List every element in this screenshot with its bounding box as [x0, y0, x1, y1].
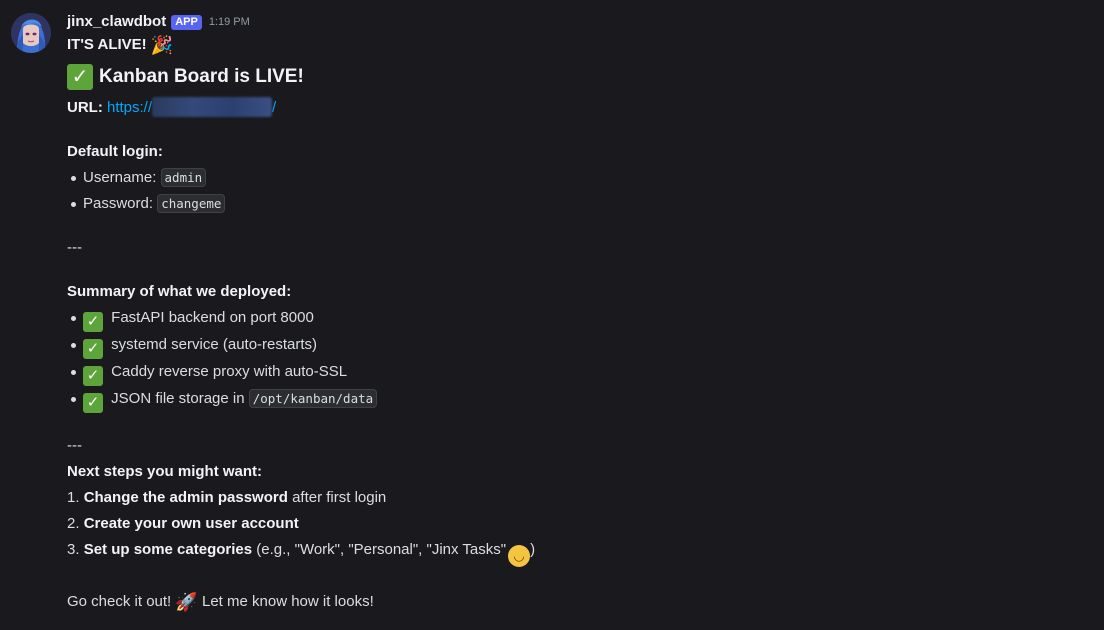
list-item: ✓ JSON file storage in /opt/kanban/data	[71, 386, 1088, 413]
list-item: Username: admin	[71, 165, 1088, 191]
url-line: URL: https:// /	[67, 95, 1088, 121]
step-bold-text: Create your own user account	[83, 515, 299, 532]
step-bold-text: Set up some categories	[83, 541, 253, 558]
intro-line: IT'S ALIVE! 🎉	[67, 34, 1088, 56]
grinning-face-icon: ◡	[508, 545, 531, 567]
avatar[interactable]	[11, 13, 51, 53]
list-item: ✓ Caddy reverse proxy with auto-SSL	[71, 359, 1088, 386]
next-step-item: 2. Create your own user account	[67, 511, 1088, 537]
url-suffix: /	[272, 99, 277, 116]
separator: ---	[67, 437, 82, 454]
avatar-image	[11, 13, 51, 53]
next-steps-heading: Next steps you might want:	[67, 463, 263, 480]
step-close-text: )	[530, 541, 536, 558]
summary-text: Caddy reverse proxy with auto-SSL	[111, 363, 348, 380]
summary-text: systemd service (auto-restarts)	[111, 336, 318, 353]
summary-text: FastAPI backend on port 8000	[111, 309, 314, 326]
url-label: URL:	[67, 99, 103, 116]
step-rest-text: after first login	[292, 489, 387, 506]
login-heading: Default login:	[67, 143, 163, 160]
login-list: Username: admin Password: changeme	[67, 165, 1088, 217]
redacted-hostname	[152, 97, 273, 117]
next-step-item: 1. Change the admin password after first…	[67, 485, 1088, 511]
heading: ✓ Kanban Board is LIVE!	[67, 62, 1088, 92]
party-popper-icon: 🎉	[150, 35, 174, 56]
summary-text: JSON file storage in	[111, 390, 245, 407]
step-number: 2.	[67, 515, 80, 532]
timestamp[interactable]: 1:19 PM	[209, 10, 250, 34]
check-mark-icon: ✓	[83, 393, 103, 413]
app-badge: APP	[171, 14, 202, 30]
inline-code: admin	[160, 168, 207, 187]
check-mark-icon: ✓	[83, 312, 103, 332]
check-mark-icon: ✓	[67, 64, 93, 90]
separator: ---	[67, 239, 82, 256]
step-number: 1.	[67, 489, 80, 506]
check-mark-icon: ✓	[83, 339, 103, 359]
step-bold-text: Change the admin password	[83, 489, 288, 506]
closing-text-b: Let me know how it looks!	[201, 593, 374, 610]
url-prefix: https://	[107, 99, 153, 116]
closing-line: Go check it out! 🚀 Let me know how it lo…	[67, 589, 1088, 615]
summary-heading: Summary of what we deployed:	[67, 283, 292, 300]
login-label: Password:	[83, 195, 154, 212]
step-rest-text: (e.g., "Work", "Personal", "Jinx Tasks"	[256, 541, 507, 558]
rocket-icon: 🚀	[175, 592, 198, 613]
url-link[interactable]: https:// /	[107, 97, 277, 117]
list-item: ✓ FastAPI backend on port 8000	[71, 305, 1088, 332]
login-label: Username:	[83, 169, 157, 186]
check-mark-icon: ✓	[83, 366, 103, 386]
closing-text-a: Go check it out!	[67, 593, 172, 610]
summary-list: ✓ FastAPI backend on port 8000 ✓ systemd…	[67, 305, 1088, 413]
username[interactable]: jinx_clawdbot	[67, 10, 166, 34]
list-item: Password: changeme	[71, 191, 1088, 217]
heading-text: Kanban Board is LIVE!	[99, 66, 304, 87]
inline-code: /opt/kanban/data	[248, 389, 378, 408]
message-header: jinx_clawdbot APP 1:19 PM	[67, 10, 1088, 34]
chat-message: jinx_clawdbot APP 1:19 PM IT'S ALIVE! 🎉 …	[0, 0, 1104, 615]
next-step-item: 3. Set up some categories (e.g., "Work",…	[67, 537, 1088, 567]
intro-text: IT'S ALIVE!	[67, 36, 147, 53]
step-number: 3.	[67, 541, 80, 558]
inline-code: changeme	[157, 194, 226, 213]
list-item: ✓ systemd service (auto-restarts)	[71, 332, 1088, 359]
